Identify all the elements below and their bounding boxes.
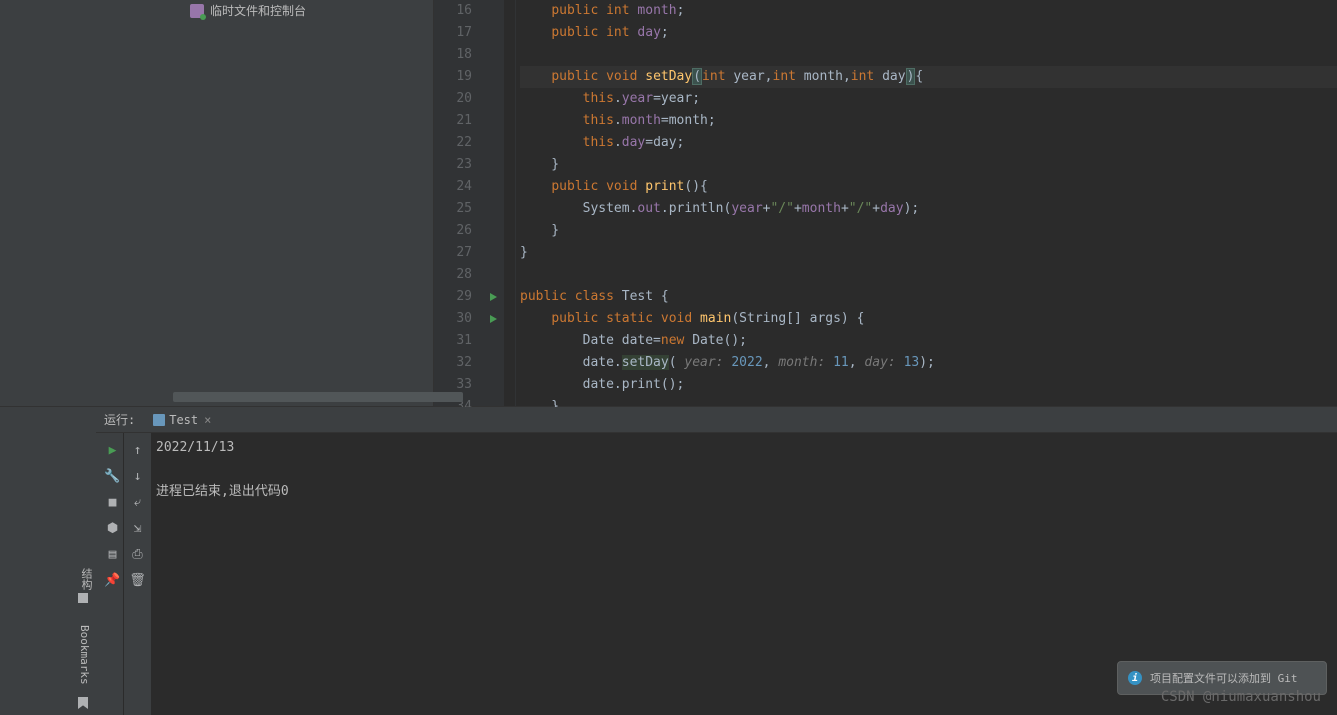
run-label: 运行: — [104, 411, 135, 428]
project-panel: 临时文件和控制台 — [75, 0, 434, 406]
print-icon[interactable]: ⎙ — [128, 544, 148, 564]
pin-icon[interactable]: 📌 — [103, 570, 123, 590]
run-gutter-icon[interactable] — [490, 315, 497, 323]
structure-icon — [78, 593, 88, 603]
close-icon[interactable]: × — [204, 413, 211, 427]
tree-item-label: 临时文件和控制台 — [210, 2, 306, 19]
tree-item-scratches[interactable]: 临时文件和控制台 — [75, 0, 433, 21]
gutter-run-icons — [490, 0, 504, 406]
horizontal-scrollbar[interactable] — [173, 392, 463, 402]
run-gutter-icon[interactable] — [490, 293, 497, 301]
stop-icon[interactable]: ■ — [103, 492, 123, 512]
scratches-icon — [190, 4, 204, 18]
bookmark-icon — [78, 697, 88, 709]
info-icon: i — [1128, 671, 1142, 685]
code-editor[interactable]: 16171819202122232425262728293031323334 p… — [434, 0, 1337, 406]
code-area[interactable]: public int month; public int day; public… — [516, 0, 1337, 406]
run-config-icon — [153, 414, 165, 426]
run-toolbar-right: ↑ ↓ ⤶ ⇲ ⎙ 🗑 — [124, 407, 152, 715]
sidebar-tab-bookmarks[interactable]: Bookmarks — [78, 625, 91, 685]
trash-icon[interactable]: 🗑 — [128, 570, 148, 590]
run-tabs-bar: 运行: Test × — [96, 407, 1337, 433]
debug-icon[interactable]: ⬢ — [103, 518, 123, 538]
sidebar-tab-structure[interactable]: 结构 — [78, 568, 94, 590]
run-left-gutter: 结构 Bookmarks — [0, 407, 96, 715]
watermark: CSDN @niumaxuanshou — [1161, 689, 1321, 705]
layout-icon[interactable]: ▤ — [103, 544, 123, 564]
scroll-end-icon[interactable]: ⇲ — [128, 518, 148, 538]
run-tab-name: Test — [169, 413, 198, 427]
soft-wrap-icon[interactable]: ⤶ — [128, 492, 148, 512]
left-gutter — [0, 0, 75, 406]
wrench-icon[interactable]: 🔧 — [103, 466, 123, 486]
rerun-icon[interactable]: ▶ — [103, 440, 123, 460]
down-arrow-icon[interactable]: ↓ — [128, 466, 148, 486]
run-tab-test[interactable]: Test × — [147, 407, 217, 433]
line-number-gutter: 16171819202122232425262728293031323334 — [434, 0, 490, 406]
notification-text: 项目配置文件可以添加到 Git — [1150, 670, 1298, 686]
fold-gutter — [504, 0, 516, 406]
run-toolbar-left: ▶ 🔧 ■ ⬢ ▤ 📌 — [96, 407, 124, 715]
up-arrow-icon[interactable]: ↑ — [128, 440, 148, 460]
